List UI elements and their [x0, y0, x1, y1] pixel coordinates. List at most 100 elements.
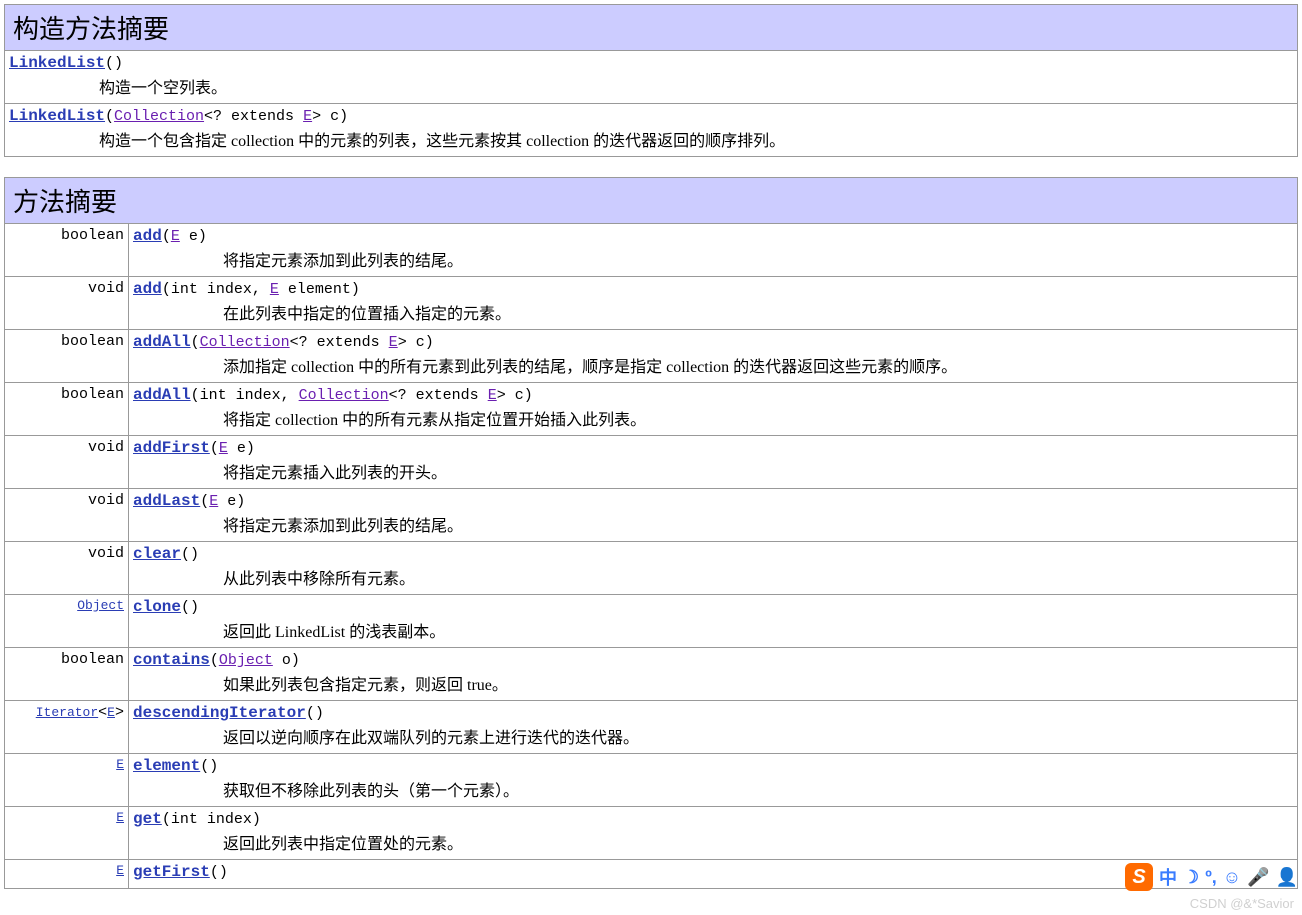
ime-mic-icon[interactable]: 🎤 [1247, 867, 1269, 888]
code-text: o) [273, 652, 300, 669]
type-link[interactable]: E [171, 228, 180, 245]
description-text: 添加指定 collection 中的所有元素到此列表的结尾，顺序是指定 coll… [133, 351, 1293, 379]
code-text: void [88, 439, 124, 456]
type-link[interactable]: E [209, 493, 218, 510]
signature-cell: getFirst() [129, 860, 1298, 889]
code-text: > c) [398, 334, 434, 351]
type-link[interactable]: Collection [114, 108, 204, 125]
type-link[interactable]: E [219, 440, 228, 457]
code-text: > [115, 704, 124, 721]
ime-punct-icon[interactable]: º, [1205, 867, 1217, 888]
return-type-link[interactable]: E [116, 757, 124, 772]
method-link[interactable]: addLast [133, 492, 200, 510]
return-type-cell: void [5, 542, 129, 595]
type-link[interactable]: E [303, 108, 312, 125]
description-text: 构造一个空列表。 [9, 72, 1293, 100]
return-type-cell: boolean [5, 648, 129, 701]
method-link[interactable]: add [133, 280, 162, 298]
return-type-cell: void [5, 489, 129, 542]
code-text: <? extends [290, 334, 389, 351]
type-link[interactable]: Collection [200, 334, 290, 351]
constructor-cell: LinkedList(Collection<? extends E> c)构造一… [5, 104, 1298, 157]
type-link[interactable]: Object [219, 652, 273, 669]
code-text: () [306, 705, 324, 722]
method-link[interactable]: LinkedList [9, 107, 105, 125]
return-type-cell: boolean [5, 330, 129, 383]
code-text: e) [180, 228, 207, 245]
code-text: ( [162, 228, 171, 245]
code-text: < [98, 704, 107, 721]
type-link[interactable]: E [488, 387, 497, 404]
method-link[interactable]: getFirst [133, 863, 210, 881]
type-link[interactable]: Collection [299, 387, 389, 404]
table-row: booleanadd(E e)将指定元素添加到此列表的结尾。 [5, 224, 1298, 277]
signature-cell: get(int index)返回此列表中指定位置处的元素。 [129, 807, 1298, 860]
code-text: ( [200, 493, 209, 510]
method-link[interactable]: element [133, 757, 200, 775]
table-row: booleanaddAll(Collection<? extends E> c)… [5, 330, 1298, 383]
return-type-cell: Object [5, 595, 129, 648]
code-text: boolean [61, 227, 124, 244]
code-text: boolean [61, 651, 124, 668]
description-text: 获取但不移除此列表的头（第一个元素）。 [133, 775, 1293, 803]
description-text: 从此列表中移除所有元素。 [133, 563, 1293, 591]
constructor-cell: LinkedList()构造一个空列表。 [5, 51, 1298, 104]
code-text: ( [105, 108, 114, 125]
table-row: voidaddLast(E e)将指定元素添加到此列表的结尾。 [5, 489, 1298, 542]
table-row: Iterator<E>descendingIterator()返回以逆向顺序在此… [5, 701, 1298, 754]
signature-cell: clear()从此列表中移除所有元素。 [129, 542, 1298, 595]
signature-cell: descendingIterator()返回以逆向顺序在此双端队列的元素上进行迭… [129, 701, 1298, 754]
method-link[interactable]: addAll [133, 333, 191, 351]
table-row: LinkedList()构造一个空列表。 [5, 51, 1298, 104]
table-row: void add(int index, E element)在此列表中指定的位置插… [5, 277, 1298, 330]
return-type-cell: E [5, 860, 129, 889]
return-type-cell: E [5, 807, 129, 860]
return-type-cell: Iterator<E> [5, 701, 129, 754]
table-row: EgetFirst() [5, 860, 1298, 889]
method-link[interactable]: clone [133, 598, 181, 616]
description-text: 如果此列表包含指定元素，则返回 true。 [133, 669, 1293, 697]
method-link[interactable]: addAll [133, 386, 191, 404]
ime-emoji-icon[interactable]: ☺ [1223, 867, 1241, 888]
return-type-cell: E [5, 754, 129, 807]
type-link[interactable]: E [270, 281, 279, 298]
ime-user-icon[interactable]: 👤 [1276, 867, 1298, 888]
method-link[interactable]: get [133, 810, 162, 828]
code-text: element) [279, 281, 360, 298]
table-row: Object clone()返回此 LinkedList 的浅表副本。 [5, 595, 1298, 648]
signature-cell: addFirst(E e)将指定元素插入此列表的开头。 [129, 436, 1298, 489]
code-text: ( [210, 440, 219, 457]
method-link[interactable]: addFirst [133, 439, 210, 457]
method-link[interactable]: LinkedList [9, 54, 105, 72]
ime-lang-toggle[interactable]: 中 [1159, 864, 1177, 890]
ime-logo-icon[interactable]: S [1125, 863, 1153, 891]
table-row: void clear()从此列表中移除所有元素。 [5, 542, 1298, 595]
code-text: e) [218, 493, 245, 510]
code-text: void [88, 545, 124, 562]
return-type-link[interactable]: Object [77, 598, 124, 613]
watermark-text: CSDN @&*Savior [1190, 896, 1294, 911]
code-text: () [210, 864, 228, 881]
code-text: (int index, [191, 387, 299, 404]
return-type-cell: void [5, 436, 129, 489]
return-type-cell: boolean [5, 383, 129, 436]
description-text: 将指定 collection 中的所有元素从指定位置开始插入此列表。 [133, 404, 1293, 432]
return-type-link[interactable]: E [107, 705, 115, 720]
return-type-link[interactable]: E [116, 863, 124, 878]
ime-moon-icon[interactable]: ☽ [1183, 867, 1199, 888]
signature-cell: addAll(Collection<? extends E> c)添加指定 co… [129, 330, 1298, 383]
method-link[interactable]: clear [133, 545, 181, 563]
method-link[interactable]: add [133, 227, 162, 245]
method-link[interactable]: descendingIterator [133, 704, 306, 722]
table-row: booleanaddAll(int index, Collection<? ex… [5, 383, 1298, 436]
return-type-link[interactable]: E [116, 810, 124, 825]
return-type-cell: boolean [5, 224, 129, 277]
signature-cell: clone()返回此 LinkedList 的浅表副本。 [129, 595, 1298, 648]
type-link[interactable]: E [389, 334, 398, 351]
method-link[interactable]: contains [133, 651, 210, 669]
signature-cell: addLast(E e)将指定元素添加到此列表的结尾。 [129, 489, 1298, 542]
code-text: void [88, 280, 124, 297]
signature-cell: add(int index, E element)在此列表中指定的位置插入指定的… [129, 277, 1298, 330]
return-type-link[interactable]: Iterator [36, 705, 98, 720]
description-text: 返回此 LinkedList 的浅表副本。 [133, 616, 1293, 644]
